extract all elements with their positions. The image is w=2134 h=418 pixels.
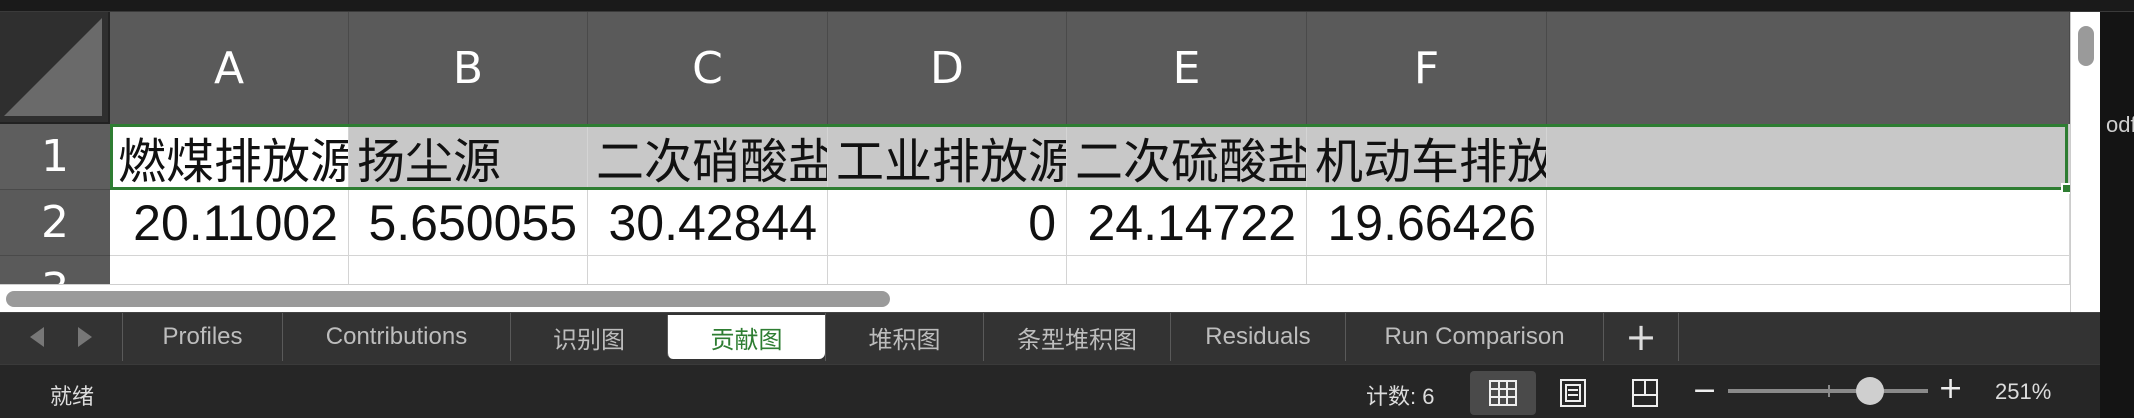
cell-a2[interactable]: 20.11002 [110, 190, 349, 256]
cell-g1[interactable] [1547, 124, 2070, 190]
column-header-b[interactable]: B [349, 12, 588, 124]
page-layout-view-button[interactable] [1540, 371, 1606, 415]
sheet-grid: A B C D E F 1 2 3 燃煤排放源 扬尘源 二次硝酸盐 工业排放源 … [0, 12, 2070, 284]
title-strip [0, 0, 2134, 12]
background-window-text: odf [2106, 112, 2134, 137]
vertical-scroll-thumb[interactable] [2078, 26, 2094, 66]
cell-e2[interactable]: 24.14722 [1067, 190, 1307, 256]
page-layout-icon [1560, 379, 1586, 407]
column-header-g[interactable] [1547, 12, 2070, 124]
cell-g2[interactable] [1547, 190, 2070, 256]
row-header-2[interactable]: 2 [0, 190, 110, 256]
chevron-right-icon[interactable] [78, 327, 92, 347]
column-header-f[interactable]: F [1307, 12, 1547, 124]
spreadsheet-window: A B C D E F 1 2 3 燃煤排放源 扬尘源 二次硝酸盐 工业排放源 … [0, 0, 2134, 418]
sheet-tab-bar: Profiles Contributions 识别图 贡献图 堆积图 条型堆积图… [0, 312, 2100, 364]
zoom-out-button[interactable]: − [1692, 373, 1717, 408]
status-count: 计数: 6 [1366, 384, 1435, 409]
grid-icon [1489, 380, 1517, 406]
cell-b3[interactable] [349, 256, 588, 284]
cell-e3[interactable] [1067, 256, 1307, 284]
select-all-icon [4, 18, 102, 116]
zoom-slider-center-mark [1828, 385, 1830, 397]
cell-f1[interactable]: 机动车排放源 [1307, 124, 1547, 190]
add-sheet-button[interactable]: + [1603, 313, 1679, 361]
column-header-e[interactable]: E [1067, 12, 1307, 124]
sheet-tab-contributions[interactable]: Contributions [282, 313, 510, 361]
chevron-left-icon[interactable] [30, 327, 44, 347]
sheet-tab-stacked-chart[interactable]: 堆积图 [825, 313, 983, 361]
sheet-tab-identification-chart[interactable]: 识别图 [510, 313, 667, 361]
cell-e1[interactable]: 二次硫酸盐 [1067, 124, 1307, 190]
cell-b1[interactable]: 扬尘源 [349, 124, 588, 190]
cell-d3[interactable] [828, 256, 1067, 284]
sheet-tab-contribution-chart[interactable]: 贡献图 [667, 315, 825, 359]
sheet-tab-stacked-bar-chart[interactable]: 条型堆积图 [983, 313, 1170, 361]
row-header-1[interactable]: 1 [0, 124, 110, 190]
cell-c1[interactable]: 二次硝酸盐 [588, 124, 828, 190]
page-break-icon [1632, 379, 1658, 407]
cell-f3[interactable] [1307, 256, 1547, 284]
horizontal-scrollbar[interactable] [0, 284, 2070, 312]
status-ready-text: 就绪 [50, 385, 95, 410]
row-header-3[interactable]: 3 [0, 256, 110, 284]
zoom-in-button[interactable]: + [1938, 371, 1963, 406]
status-bar: 就绪 计数: 6 − + 251% [0, 364, 2100, 418]
cell-f2[interactable]: 19.66426 [1307, 190, 1547, 256]
zoom-slider-thumb[interactable] [1856, 377, 1884, 405]
cell-c2[interactable]: 30.42844 [588, 190, 828, 256]
sheet-tab-residuals[interactable]: Residuals [1170, 313, 1345, 361]
normal-view-button[interactable] [1470, 371, 1536, 415]
sheet-tab-profiles[interactable]: Profiles [122, 313, 282, 361]
cell-a1[interactable]: 燃煤排放源 [110, 124, 349, 190]
background-window-edge: odf [2100, 12, 2134, 418]
cell-d1[interactable]: 工业排放源 [828, 124, 1067, 190]
page-break-view-button[interactable] [1612, 371, 1678, 415]
sheet-tab-run-comparison[interactable]: Run Comparison [1345, 313, 1603, 361]
column-header-d[interactable]: D [828, 12, 1067, 124]
zoom-level[interactable]: 251% [1995, 379, 2051, 405]
cell-d2[interactable]: 0 [828, 190, 1067, 256]
column-header-a[interactable]: A [110, 12, 349, 124]
cell-a3[interactable] [110, 256, 349, 284]
column-header-c[interactable]: C [588, 12, 828, 124]
vertical-scrollbar[interactable] [2070, 12, 2100, 312]
cell-g3[interactable] [1547, 256, 2070, 284]
cell-b2[interactable]: 5.650055 [349, 190, 588, 256]
horizontal-scroll-thumb[interactable] [6, 291, 890, 307]
select-all-corner[interactable] [0, 12, 110, 124]
cell-c3[interactable] [588, 256, 828, 284]
fill-handle[interactable] [2061, 183, 2070, 194]
